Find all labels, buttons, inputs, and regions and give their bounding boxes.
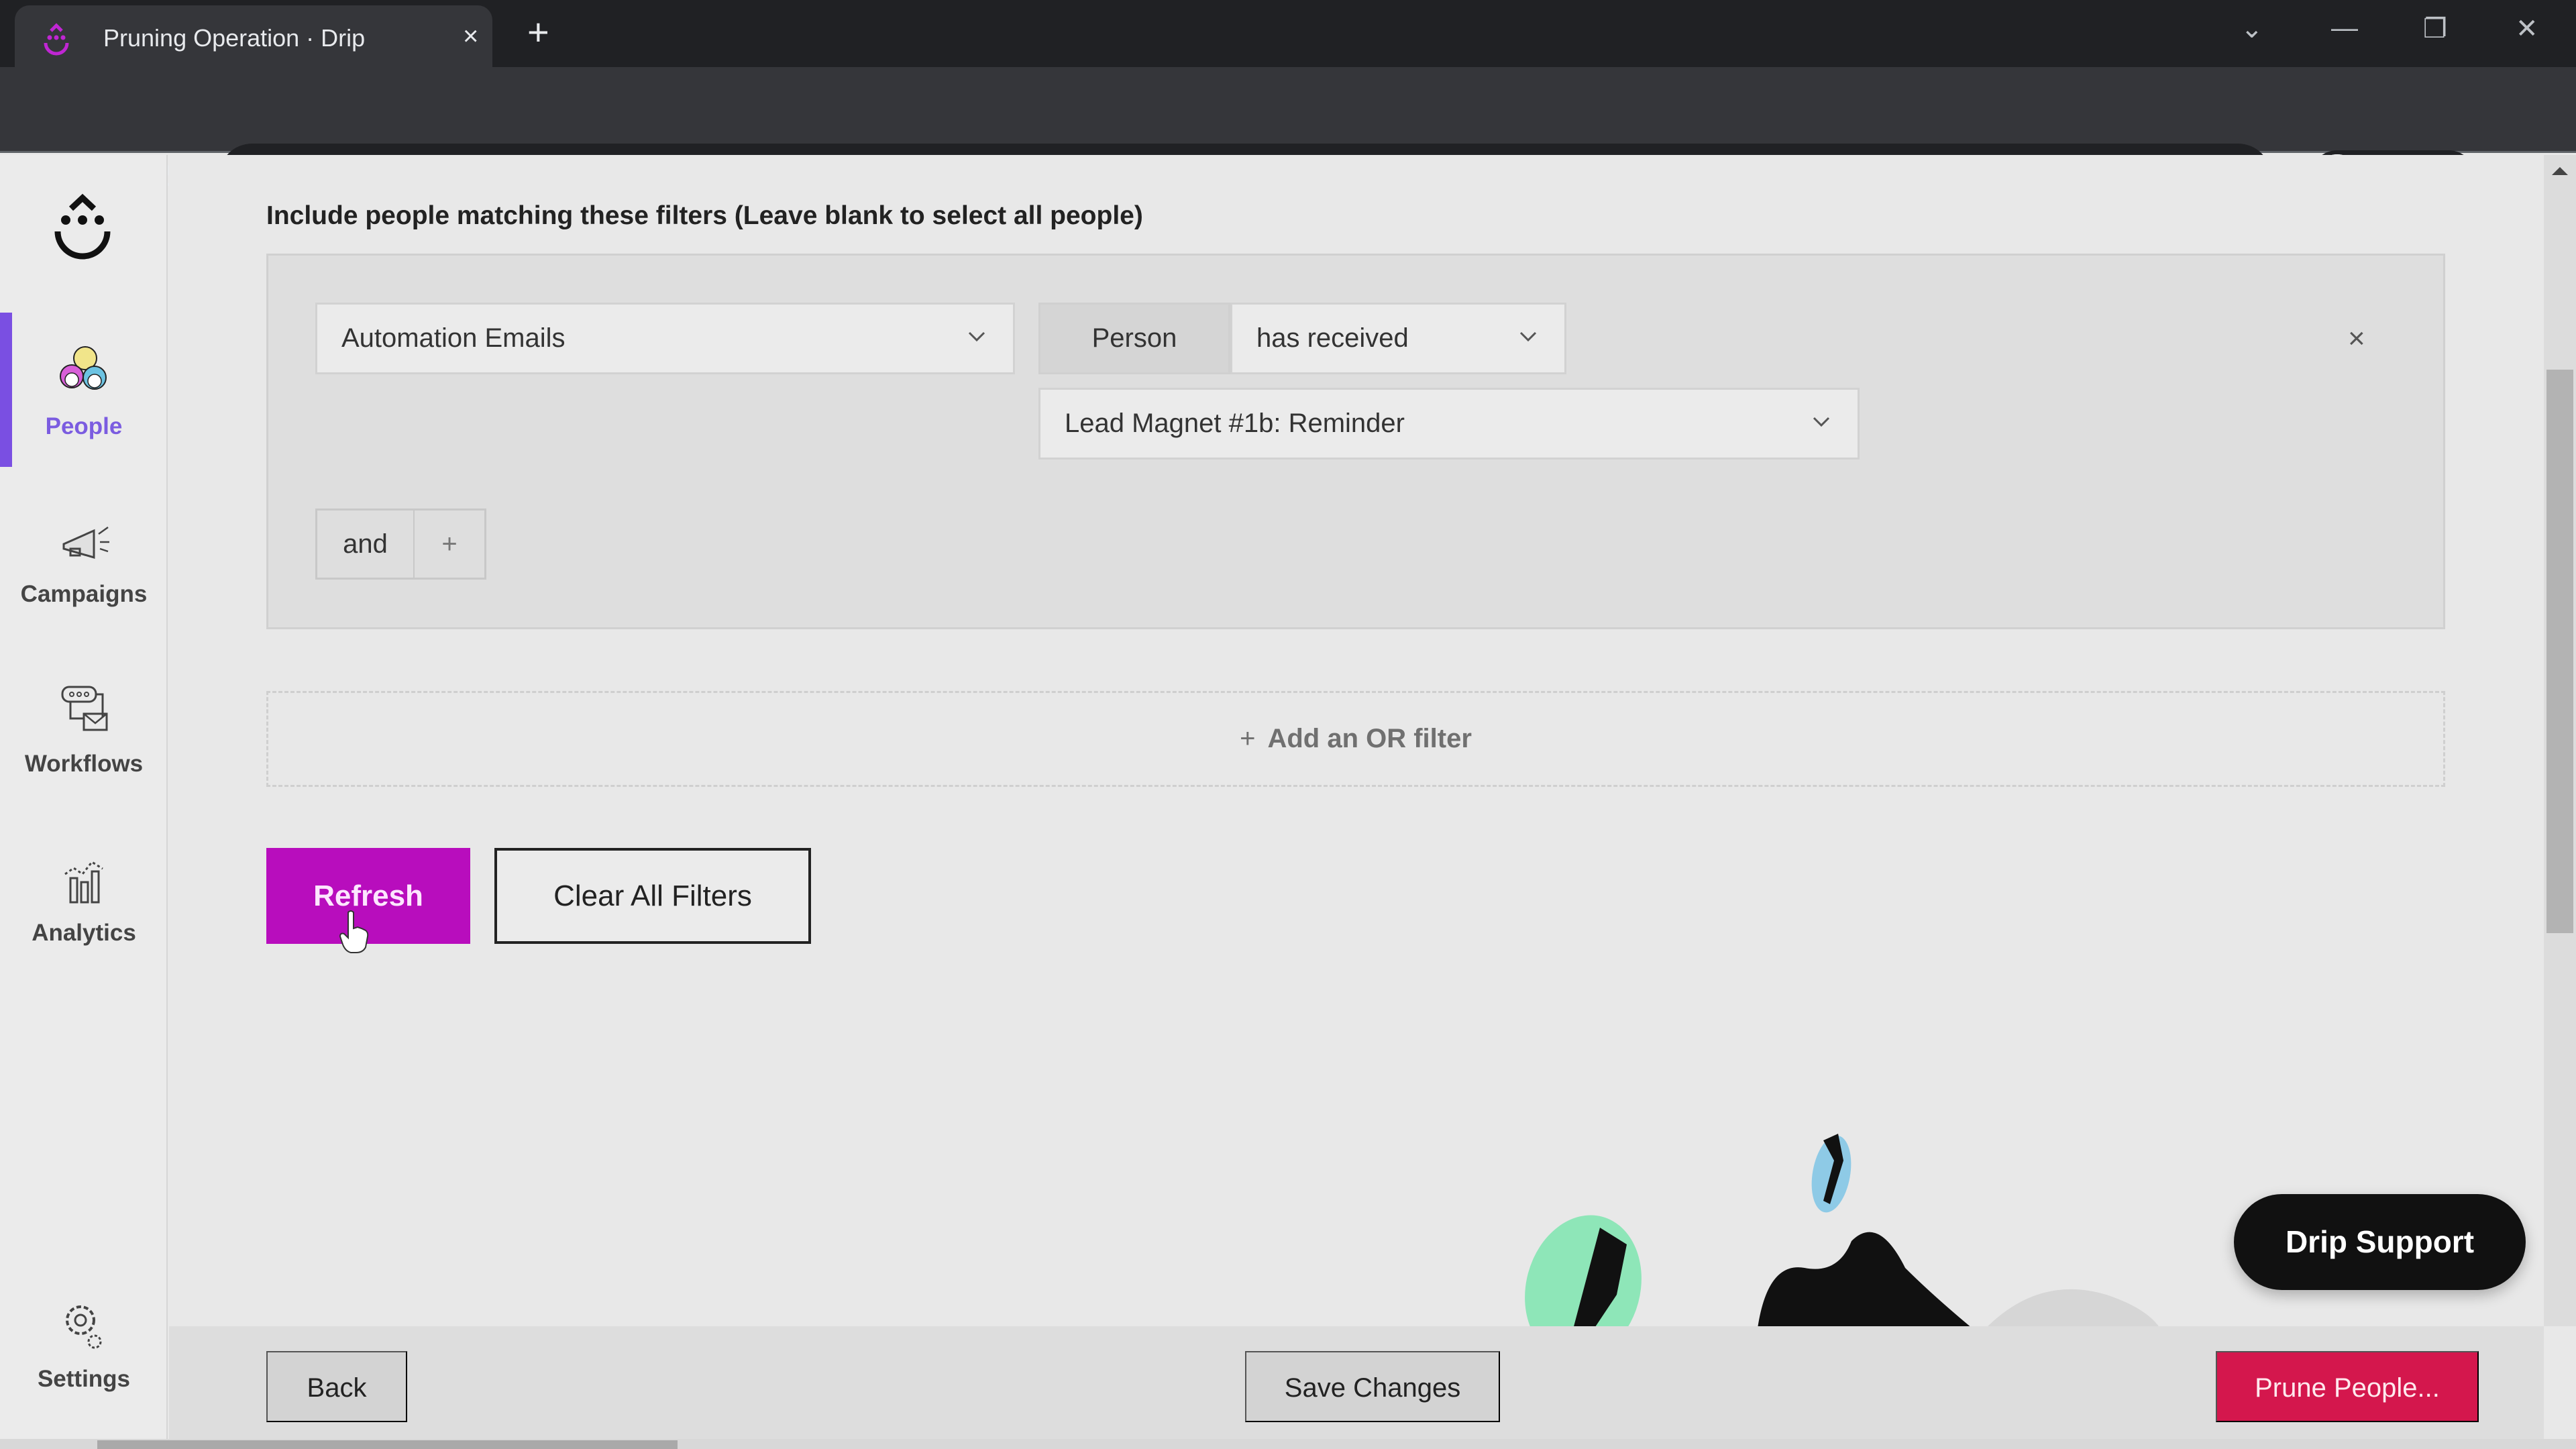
sidebar-item-analytics[interactable]: Analytics <box>0 819 168 973</box>
tab-close-icon[interactable]: × <box>463 21 478 52</box>
and-button[interactable]: and <box>317 511 415 578</box>
drip-logo-icon[interactable] <box>52 190 113 264</box>
chevron-down-icon <box>1519 331 1537 342</box>
horizontal-scrollbar-thumb[interactable] <box>97 1440 678 1449</box>
add-and-filter-button[interactable]: + <box>415 511 484 578</box>
sidebar-item-label: Campaigns <box>20 581 148 607</box>
and-filter-group: and + <box>315 508 486 580</box>
plus-icon: + <box>1240 724 1256 753</box>
sidebar-item-label: Settings <box>37 1366 131 1392</box>
sidebar: People Campaigns Workflows Analytics Set… <box>0 155 168 1449</box>
back-button[interactable]: Back <box>266 1351 407 1422</box>
clear-all-filters-button[interactable]: Clear All Filters <box>494 848 811 944</box>
new-tab-button[interactable]: + <box>527 13 549 51</box>
filter-operator-value: has received <box>1256 323 1409 353</box>
vertical-scrollbar-thumb[interactable] <box>2546 370 2573 933</box>
workflow-icon <box>61 686 108 731</box>
drip-favicon-icon <box>44 23 69 56</box>
sidebar-item-label: Analytics <box>32 920 136 946</box>
analytics-icon <box>64 861 103 904</box>
sidebar-item-label: Workflows <box>24 751 144 777</box>
filter-operator-select[interactable]: has received <box>1230 303 1566 374</box>
filter-value-select[interactable]: Lead Magnet #1b: Reminder <box>1038 388 1860 460</box>
browser-tab-bar: Pruning Operation · Drip × + ⌄ — ❐ ✕ <box>0 0 2576 67</box>
people-icon <box>60 346 107 390</box>
minimize-icon[interactable]: — <box>2331 13 2358 44</box>
filter-field-value: Automation Emails <box>341 323 566 353</box>
hand-cursor-icon <box>339 910 369 953</box>
megaphone-icon <box>62 526 109 559</box>
add-or-filter-label: Add an OR filter <box>1267 724 1472 753</box>
remove-filter-icon[interactable]: × <box>2348 322 2365 356</box>
prune-people-button[interactable]: Prune People... <box>2216 1351 2479 1422</box>
tab-search-icon[interactable]: ⌄ <box>2241 13 2263 44</box>
filter-value-text: Lead Magnet #1b: Reminder <box>1065 409 1405 438</box>
filter-field-select[interactable]: Automation Emails <box>315 303 1015 374</box>
chevron-down-icon <box>968 331 985 342</box>
active-indicator <box>0 313 12 467</box>
filters-heading: Include people matching these filters (L… <box>266 201 1143 230</box>
horizontal-scrollbar[interactable] <box>0 1439 2576 1449</box>
browser-tab[interactable]: Pruning Operation · Drip × <box>15 5 492 67</box>
add-or-filter-button[interactable]: + Add an OR filter <box>266 691 2445 787</box>
address-bar-row: ← → ↻ getdrip.com/7641396/pruning_operat… <box>0 67 2576 211</box>
vertical-scrollbar[interactable] <box>2544 155 2576 1326</box>
tab-title: Pruning Operation · Drip <box>103 24 366 52</box>
sidebar-item-campaigns[interactable]: Campaigns <box>0 480 168 635</box>
chevron-down-icon <box>1813 417 1830 427</box>
gear-icon <box>66 1305 102 1349</box>
filter-subject-label: Person <box>1038 303 1230 374</box>
sidebar-item-workflows[interactable]: Workflows <box>0 650 168 804</box>
decorative-illustration <box>1525 1134 2160 1328</box>
sidebar-item-people[interactable]: People <box>0 313 168 467</box>
scroll-up-arrow-icon[interactable] <box>2552 167 2568 175</box>
window-close-icon[interactable]: ✕ <box>2516 13 2538 44</box>
save-changes-button[interactable]: Save Changes <box>1245 1351 1500 1422</box>
sidebar-item-label: People <box>45 413 123 439</box>
restore-icon[interactable]: ❐ <box>2423 13 2447 44</box>
sidebar-item-settings[interactable]: Settings <box>0 1265 168 1419</box>
drip-support-button[interactable]: Drip Support <box>2234 1194 2526 1290</box>
